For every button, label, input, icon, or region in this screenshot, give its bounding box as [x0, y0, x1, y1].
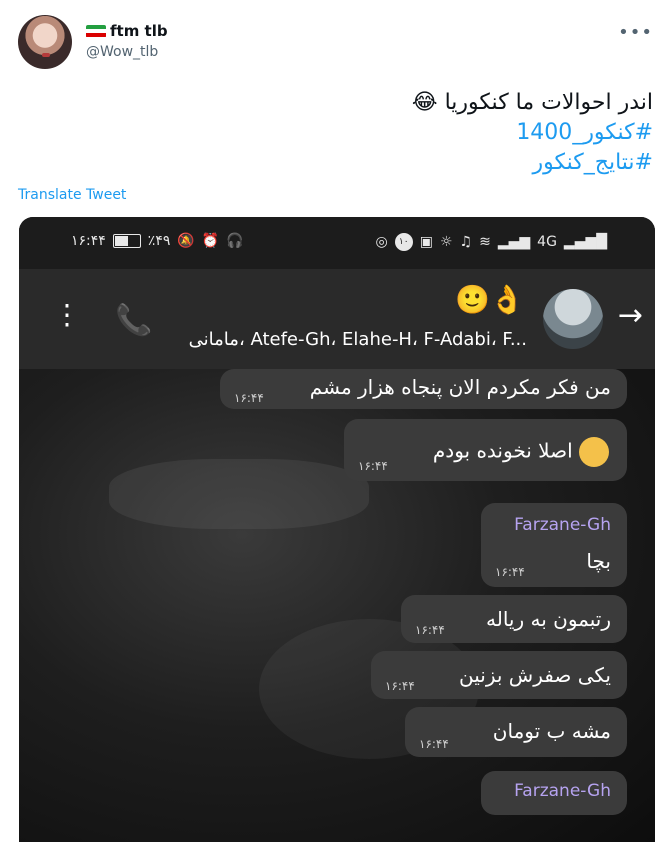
notification-badge: ۱۰	[394, 233, 413, 251]
laughing-emoji-icon: 😂	[411, 90, 438, 115]
add-call-icon[interactable]: 📞	[115, 303, 152, 338]
tweet-text: اندر احوالات ما کنکوریا 😂 #کنکور_1400 #ن…	[412, 88, 653, 178]
message-time: ۱۶:۴۴	[495, 565, 525, 579]
status-time: ۱۶:۴۴	[71, 233, 106, 249]
sad-face-icon	[579, 437, 609, 467]
avatar-detail	[42, 53, 50, 57]
message-time: ۱۶:۴۴	[419, 737, 449, 751]
more-dots-icon[interactable]: •••	[618, 22, 653, 43]
sender-name[interactable]: Farzane-Gh	[514, 515, 611, 535]
chat-app-bar: → 🙂👌 مامانی، Atefe-Gh، Elahe-H، F-Adabi،…	[19, 269, 655, 369]
user-handle[interactable]: @Wow_tlb	[86, 44, 158, 60]
group-avatar[interactable]	[543, 289, 603, 349]
message-bubble[interactable]: یکی صفرش بزنین ۱۶:۴۴	[371, 651, 627, 699]
menu-kebab-icon[interactable]: ⋮	[53, 301, 81, 329]
network-type: 4G	[537, 234, 557, 250]
battery-icon	[112, 234, 141, 248]
message-text: مشه ب تومان	[492, 719, 611, 743]
message-time: ۱۶:۴۴	[358, 459, 388, 473]
message-bubble[interactable]: Farzane-Gh	[481, 771, 627, 815]
wallpaper-crown-shape	[109, 459, 369, 529]
whatsapp-icon: ◎	[375, 234, 388, 250]
hashtag-link[interactable]: #کنکور_1400	[412, 118, 653, 148]
iran-flag-icon	[86, 24, 106, 38]
message-text: اصلا نخونده بودم	[432, 438, 573, 463]
message-bubble[interactable]: مشه ب تومان ۱۶:۴۴	[405, 707, 627, 757]
profile-avatar[interactable]	[18, 15, 72, 69]
chat-background: من فکر مکردم الان پنجاه هزار مشم ۱۶:۴۴ ا…	[19, 369, 655, 842]
message-time: ۱۶:۴۴	[385, 679, 415, 693]
message-text: من فکر مکردم الان پنجاه هزار مشم	[309, 375, 611, 399]
message-text: بچا	[586, 549, 611, 573]
group-name-emoji: 🙂👌	[455, 283, 525, 316]
brightness-icon: ☼	[439, 234, 453, 250]
tweet-media-image[interactable]: ۱۶:۴۴ ٪۴۹ 🔕 ⏰ 🎧 ◎ ۱۰ ▣ ☼ ♫ ≋ ▂▄▆ 4G ▂▄▆█…	[19, 217, 655, 842]
mute-icon: 🔕	[177, 233, 195, 249]
group-members[interactable]: مامانی، Atefe-Gh، Elahe-H، F-Adabi، F...	[175, 329, 527, 350]
message-text-with-emoji: اصلا نخونده بودم	[433, 437, 611, 467]
message-bubble[interactable]: من فکر مکردم الان پنجاه هزار مشم ۱۶:۴۴	[220, 369, 627, 409]
translate-tweet-link[interactable]: Translate Tweet	[18, 187, 126, 203]
calendar-icon: ▣	[419, 234, 433, 250]
message-bubble[interactable]: Farzane-Gh بچا ۱۶:۴۴	[481, 503, 627, 587]
music-icon: ♫	[459, 234, 473, 250]
signal-icon: ▂▄▆█	[563, 234, 607, 250]
alarm-icon: ⏰	[201, 233, 220, 249]
message-text: رتبمون به ریاله	[486, 607, 611, 631]
tweet-line-1: اندر احوالات ما کنکوریا 😂	[412, 88, 653, 118]
message-bubble[interactable]: اصلا نخونده بودم ۱۶:۴۴	[344, 419, 627, 481]
signal-icon: ▂▄▆	[497, 234, 531, 250]
message-time: ۱۶:۴۴	[415, 623, 445, 637]
hashtag-link[interactable]: #نتایج_کنکور	[412, 148, 653, 178]
status-left: ۱۶:۴۴ ٪۴۹ 🔕 ⏰ 🎧	[71, 233, 244, 249]
name-row: ftm tlb	[86, 20, 168, 42]
tweet-line-1-text: اندر احوالات ما کنکوریا	[444, 90, 653, 115]
status-right: ◎ ۱۰ ▣ ☼ ♫ ≋ ▂▄▆ 4G ▂▄▆█	[376, 233, 607, 251]
message-bubble[interactable]: رتبمون به ریاله ۱۶:۴۴	[401, 595, 627, 643]
sender-name[interactable]: Farzane-Gh	[514, 781, 611, 801]
wifi-icon: ≋	[479, 234, 491, 250]
headphones-icon: 🎧	[226, 233, 244, 249]
message-text: یکی صفرش بزنین	[459, 663, 611, 687]
message-time: ۱۶:۴۴	[234, 391, 264, 405]
phone-status-bar: ۱۶:۴۴ ٪۴۹ 🔕 ⏰ 🎧 ◎ ۱۰ ▣ ☼ ♫ ≋ ▂▄▆ 4G ▂▄▆█	[19, 217, 655, 269]
display-name[interactable]: ftm tlb	[110, 22, 168, 40]
back-arrow-icon[interactable]: →	[618, 301, 643, 331]
battery-percent: ٪۴۹	[147, 233, 171, 249]
